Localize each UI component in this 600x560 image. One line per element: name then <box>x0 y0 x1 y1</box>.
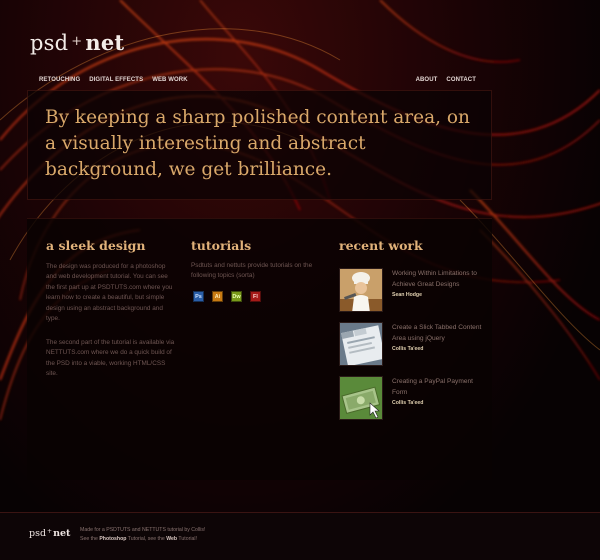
footer-logo-net: net <box>53 528 71 539</box>
footer-credits: Made for a PSDTUTS and NETTUTS tutorial … <box>80 526 205 544</box>
tabbed-content-thumbnail[interactable] <box>339 322 383 366</box>
nav-digital-effects[interactable]: DIGITAL EFFECTS <box>89 77 143 83</box>
tutorials-description: Psdtuts and nettuts provide tutorials on… <box>191 262 313 280</box>
footer: psd+net Made for a PSDTUTS and NETTUTS t… <box>0 512 600 560</box>
recent-work-author: Sean Hodge <box>392 292 422 298</box>
footer-line-2-post: Tutorial! <box>177 536 197 542</box>
footer-line-2-mid: Tutorial, see the <box>126 536 167 542</box>
paypal-money-thumbnail[interactable] <box>339 376 383 420</box>
software-icons: Ps Ai Dw Fl <box>193 291 261 302</box>
sleek-design-heading: a sleek design <box>46 238 146 253</box>
nav-retouching[interactable]: RETOUCHING <box>39 77 80 83</box>
chef-thumbnail[interactable] <box>339 268 383 312</box>
nav-web-work[interactable]: WEB WORK <box>152 77 187 83</box>
secondary-nav: ABOUT CONTACT <box>416 77 476 83</box>
recent-work-title[interactable]: Creating a PayPal Payment Form <box>392 376 484 398</box>
hero-panel: By keeping a sharp polished content area… <box>27 90 492 200</box>
tutorials-heading: tutorials <box>191 238 252 253</box>
web-tutorial-link[interactable]: Web <box>166 536 177 542</box>
recent-work-item[interactable]: Create a Slick Tabbed Content Area using… <box>339 322 489 366</box>
site-logo[interactable]: psd + net <box>30 30 124 55</box>
footer-line-2: See the Photoshop Tutorial, see the Web … <box>80 535 205 544</box>
sleek-design-paragraph-2: The second part of the tutorial is avail… <box>46 339 175 378</box>
recent-work-heading: recent work <box>339 238 423 253</box>
recent-work-author: Collis Ta'eed <box>392 400 424 406</box>
sleek-design-paragraph-1: The design was produced for a photoshop … <box>46 263 173 323</box>
nav-contact[interactable]: CONTACT <box>446 77 476 83</box>
flash-icon[interactable]: Fl <box>250 291 261 302</box>
recent-work-author: Collis Ta'eed <box>392 346 424 352</box>
illustrator-icon[interactable]: Ai <box>212 291 223 302</box>
photoshop-tutorial-link[interactable]: Photoshop <box>99 536 126 542</box>
recent-work-title[interactable]: Create a Slick Tabbed Content Area using… <box>392 322 484 344</box>
logo-plus: + <box>71 34 83 49</box>
main-nav: RETOUCHING DIGITAL EFFECTS WEB WORK <box>39 77 188 83</box>
photoshop-icon[interactable]: Ps <box>193 291 204 302</box>
footer-line-1: Made for a PSDTUTS and NETTUTS tutorial … <box>80 527 206 533</box>
footer-line-2-pre: See the <box>80 536 100 542</box>
logo-net: net <box>85 30 125 55</box>
nav-about[interactable]: ABOUT <box>416 77 438 83</box>
footer-logo-psd: psd <box>29 528 47 539</box>
dreamweaver-icon[interactable]: Dw <box>231 291 242 302</box>
footer-logo-plus: + <box>47 528 53 535</box>
recent-work-item[interactable]: Creating a PayPal Payment Form Collis Ta… <box>339 376 489 420</box>
logo-psd: psd <box>30 31 69 55</box>
hero-tagline: By keeping a sharp polished content area… <box>45 107 470 180</box>
recent-work-title[interactable]: Working Within Limitations to Achieve Gr… <box>392 268 484 290</box>
footer-logo[interactable]: psd+net <box>29 528 70 539</box>
recent-work-item[interactable]: Working Within Limitations to Achieve Gr… <box>339 268 489 312</box>
